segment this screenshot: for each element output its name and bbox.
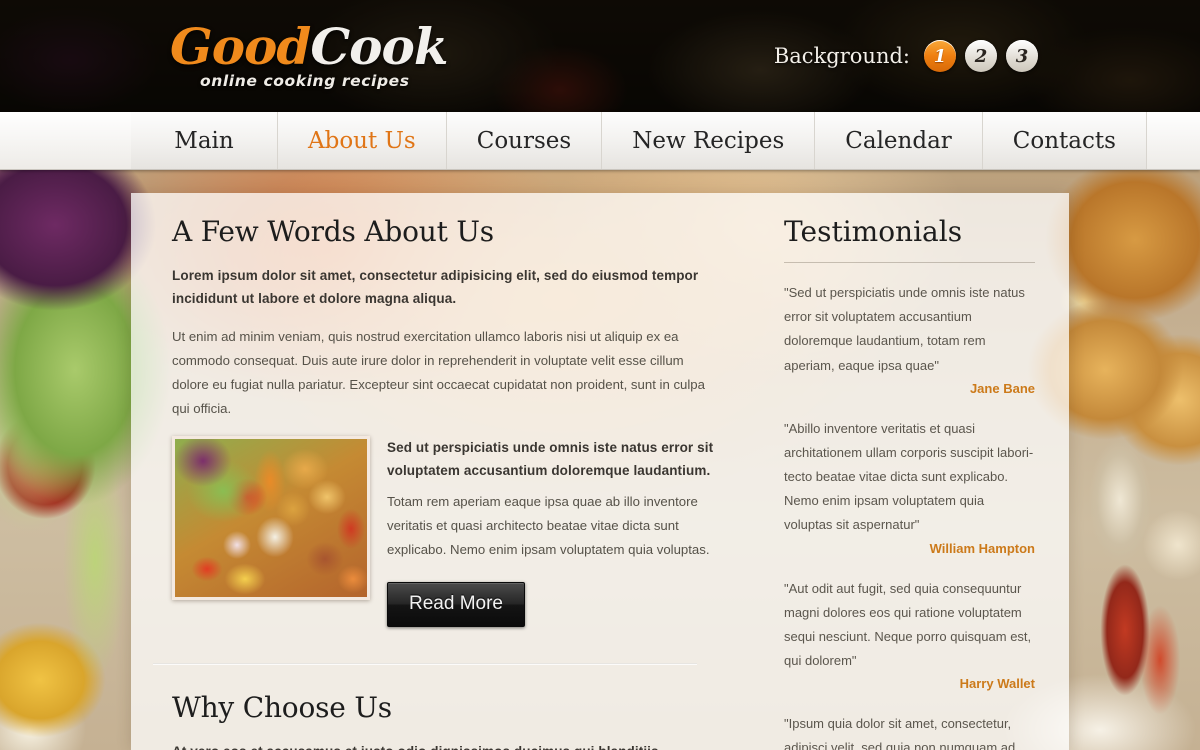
about-section-title: A Few Words About Us (172, 215, 494, 248)
about-lead-paragraph: Lorem ipsum dolor sit amet, consectetur … (172, 268, 699, 307)
why-choose-us-section: Why Choose Us At vero eos et accusamus e… (153, 662, 716, 750)
logo-text-cook: Cook (310, 17, 448, 76)
site-logo[interactable]: GoodCook online cooking recipes (170, 22, 449, 90)
main-column: A Few Words About Us Lorem ipsum dolor s… (131, 193, 756, 750)
about-media-lead: Sed ut perspiciatis unde omnis iste natu… (387, 439, 714, 478)
testimonial-quote: "Sed ut perspiciatis unde omnis iste nat… (784, 285, 1025, 373)
testimonials-column: Testimonials "Sed ut perspiciatis unde o… (756, 193, 1069, 750)
about-thumbnail-image (172, 435, 370, 600)
testimonial-item: "Sed ut perspiciatis unde omnis iste nat… (784, 281, 1035, 396)
about-media-text: Sed ut perspiciatis unde omnis iste natu… (387, 436, 716, 627)
background-switcher: Background: 1 2 3 (774, 40, 1038, 72)
background-option-1[interactable]: 1 (924, 40, 956, 72)
nav-item-courses[interactable]: Courses (447, 112, 603, 169)
why-section-title: Why Choose Us (172, 690, 392, 724)
testimonial-author: Jane Bane (969, 380, 1035, 396)
testimonial-author: Harry Wallet (959, 676, 1035, 692)
read-more-button[interactable]: Read More (387, 581, 525, 627)
logo-text-good: Good (170, 17, 311, 76)
nav-item-contacts[interactable]: Contacts (983, 112, 1147, 169)
nav-item-new-recipes[interactable]: New Recipes (602, 112, 816, 169)
about-media-body: Totam rem aperiam eaque ipsa quae ab ill… (387, 493, 710, 557)
page-root: GoodCook online cooking recipes Backgrou… (0, 0, 1200, 750)
logo-wordmark: GoodCook (170, 22, 449, 72)
nav-left-edge (0, 112, 131, 169)
site-header: GoodCook online cooking recipes Backgrou… (0, 0, 1200, 112)
nav-item-main[interactable]: Main (131, 112, 278, 169)
background-switcher-label: Background: (773, 44, 910, 68)
testimonial-quote: "Abillo inventore veritatis et quasi arc… (784, 420, 1034, 533)
about-body-paragraph: Ut enim ad minim veniam, quis nostrud ex… (172, 329, 705, 417)
logo-tagline: online cooking recipes (200, 72, 410, 90)
nav-item-about-us[interactable]: About Us (278, 112, 447, 169)
main-navigation: Main About Us Courses New Recipes Calend… (0, 112, 1200, 170)
testimonials-divider (784, 262, 1035, 263)
testimonial-item: "Aut odit aut fugit, sed quia consequunt… (784, 577, 1035, 692)
section-divider (153, 662, 697, 665)
nav-right-edge (1146, 112, 1200, 169)
nav-item-calendar[interactable]: Calendar (815, 112, 983, 169)
testimonial-item: "Ipsum quia dolor sit amet, consectetur,… (784, 712, 1035, 750)
why-lead-paragraph: At vero eos et accusamus et iusto odio d… (172, 740, 716, 750)
background-option-3[interactable]: 3 (1006, 40, 1038, 72)
testimonial-quote: "Ipsum quia dolor sit amet, consectetur,… (784, 716, 1016, 750)
about-media-block: Sed ut perspiciatis unde omnis iste natu… (172, 435, 716, 627)
background-option-2[interactable]: 2 (965, 40, 997, 72)
content-panel: A Few Words About Us Lorem ipsum dolor s… (131, 193, 1069, 750)
testimonials-title: Testimonials (784, 215, 963, 248)
testimonial-author: William Hampton (929, 540, 1035, 556)
testimonial-item: "Abillo inventore veritatis et quasi arc… (784, 417, 1035, 556)
testimonial-quote: "Aut odit aut fugit, sed quia consequunt… (784, 580, 1032, 669)
